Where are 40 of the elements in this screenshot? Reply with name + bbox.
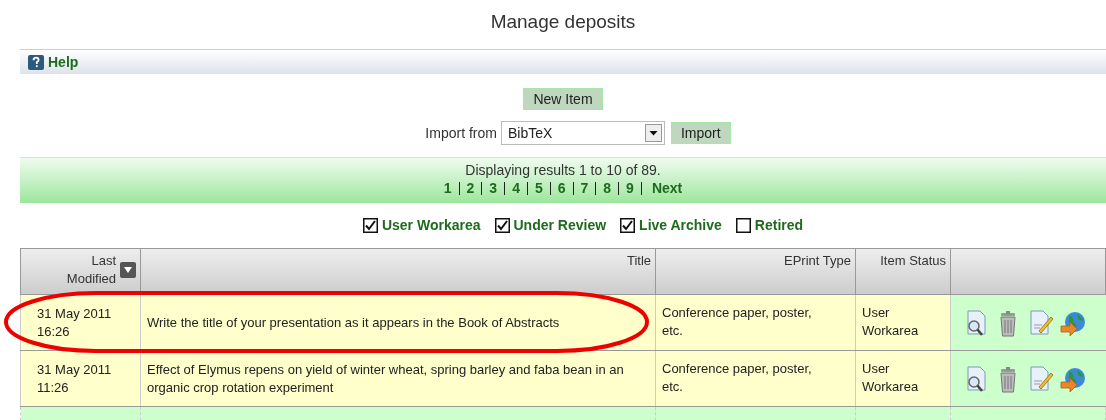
page-title: Manage deposits [490, 9, 636, 34]
filter-label[interactable]: Under Review [513, 215, 607, 236]
date-cell: 31 May 2011 16:26 [20, 294, 141, 351]
import-label: Import from [425, 123, 497, 143]
page-link[interactable]: 4 [512, 179, 520, 197]
import-button[interactable]: Import [670, 122, 731, 144]
page-link[interactable]: 7 [580, 179, 589, 197]
page-link[interactable]: 8 [603, 179, 612, 197]
edit-document-icon[interactable] [1027, 364, 1055, 393]
format-value: BibTeX [507, 123, 553, 143]
column-header: EPrint Type [655, 248, 856, 295]
status-cell: User Workarea [855, 294, 951, 351]
status-cell: User Workarea [855, 350, 951, 407]
type-cell: Conference paper, poster, etc. [655, 350, 856, 407]
checkbox[interactable] [735, 218, 751, 233]
sort-icon[interactable] [120, 262, 136, 278]
type-cell: Conference paper, poster, etc. [655, 294, 856, 351]
page-link[interactable]: 9 [626, 179, 634, 197]
edit-document-icon[interactable] [1027, 308, 1055, 337]
filter-label[interactable]: User Workarea [381, 215, 481, 236]
date-cell: 31 May 2011 11:26 [20, 350, 141, 407]
filter-label[interactable]: Live Archive [639, 215, 722, 236]
checkbox[interactable] [362, 218, 378, 233]
help-link[interactable]: Help [48, 51, 79, 73]
format-select[interactable]: BibTeX [500, 121, 665, 145]
help-icon [28, 54, 44, 70]
column-header: Title [140, 248, 656, 295]
page-link[interactable]: 3 [489, 179, 498, 197]
checkbox[interactable] [494, 218, 510, 233]
filter-label[interactable]: Retired [754, 215, 804, 236]
checkbox[interactable] [620, 218, 636, 233]
next-link[interactable]: Next [651, 179, 683, 197]
page-link[interactable]: 2 [466, 179, 475, 197]
title-cell: Effect of Elymus repens on yield of winter wheat, spring barley and faba bean in an organic crop rotation experiment [140, 350, 656, 407]
page-link[interactable]: 1 [443, 179, 452, 197]
results-summary: Displaying results 1 to 10 of 89. [465, 162, 661, 179]
page-link[interactable]: 6 [557, 179, 566, 197]
page-link[interactable]: 5 [534, 179, 543, 197]
new-item-button[interactable]: New Item [523, 88, 603, 110]
column-header: Item Status [855, 248, 951, 295]
